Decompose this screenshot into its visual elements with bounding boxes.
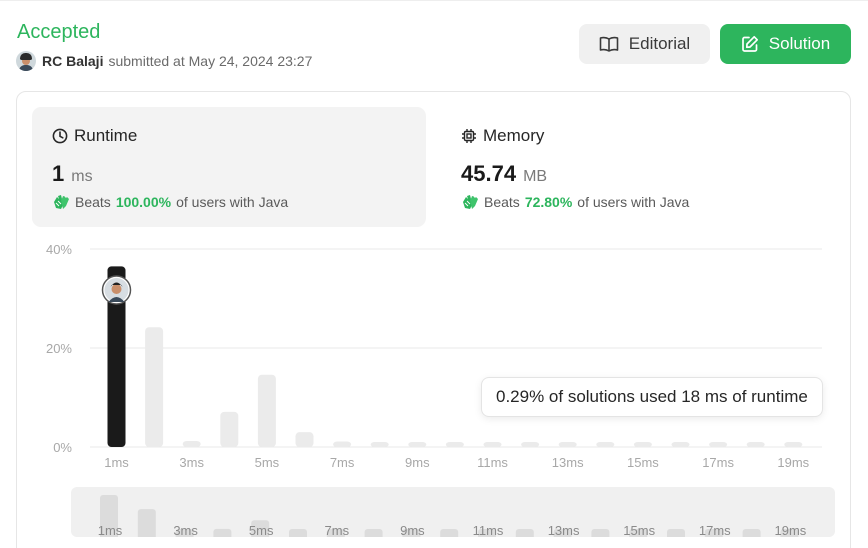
chart-bar[interactable] — [445, 442, 464, 447]
overview-tick-label: 7ms — [325, 523, 350, 537]
chart-bar[interactable] — [784, 442, 803, 447]
chart-bar[interactable] — [370, 442, 389, 447]
chart-bar[interactable] — [145, 327, 164, 447]
overview-bar — [137, 509, 156, 537]
x-tick-label: 11ms — [477, 455, 508, 470]
overview-tick-label: 11ms — [473, 523, 504, 537]
overview-tick-label: 13ms — [548, 523, 580, 537]
chart-tooltip: 0.29% of solutions used 18 ms of runtime — [481, 377, 823, 417]
overview-bar — [667, 529, 685, 537]
overview-tick-label: 5ms — [249, 523, 274, 537]
chart-bar[interactable] — [633, 442, 652, 447]
overview-bar — [213, 528, 232, 537]
overview-tick-label: 17ms — [699, 523, 731, 537]
x-tick-label: 7ms — [330, 455, 355, 470]
chart-bar[interactable] — [182, 441, 201, 447]
runtime-distribution-chart[interactable]: 40%20%0%1ms 3ms 5ms 7ms 9ms 11ms 13ms 15ms 17ms 1… — [0, 0, 868, 548]
overview-bar — [742, 529, 761, 537]
overview-bar — [591, 529, 610, 537]
overview-tick-label: 1ms — [98, 523, 123, 537]
overview-bar — [289, 529, 307, 537]
chart-bar[interactable] — [671, 442, 690, 447]
x-tick-label: 1ms — [104, 455, 129, 470]
y-tick-label: 40% — [46, 242, 72, 257]
x-tick-label: 13ms — [552, 455, 584, 470]
chart-bar[interactable] — [558, 442, 577, 447]
chart-bar[interactable] — [746, 442, 765, 447]
chart-bar[interactable] — [220, 411, 239, 447]
chart-bar[interactable] — [408, 442, 427, 447]
overview-tick-label: 19ms — [775, 523, 807, 537]
y-tick-label: 0% — [53, 440, 72, 455]
overview-bar — [440, 529, 459, 537]
chart-bar[interactable] — [709, 442, 728, 447]
chart-bar[interactable] — [333, 441, 352, 447]
overview-bar — [364, 529, 383, 537]
x-tick-label: 5ms — [255, 455, 280, 470]
overview-bar — [515, 529, 534, 537]
x-tick-label: 19ms — [777, 455, 809, 470]
x-tick-label: 3ms — [179, 455, 204, 470]
overview-tick-label: 15ms — [623, 523, 655, 537]
chart-bar[interactable] — [596, 442, 615, 447]
user-avatar-marker — [101, 275, 132, 305]
x-tick-label: 9ms — [405, 455, 430, 470]
chart-bar[interactable] — [295, 432, 314, 447]
chart-bar[interactable] — [257, 374, 276, 447]
x-tick-label: 17ms — [702, 455, 734, 470]
overview-tick-label: 9ms — [400, 523, 425, 537]
chart-overview-scrollbar[interactable]: 1ms 3ms 5ms 7ms 9ms 11ms 13ms 15ms 17ms 19ms — [71, 487, 835, 537]
y-tick-label: 20% — [46, 341, 72, 356]
chart-bar[interactable] — [483, 442, 502, 447]
overview-tick-label: 3ms — [173, 523, 198, 537]
x-tick-label: 15ms — [627, 455, 659, 470]
chart-bar[interactable] — [521, 442, 540, 447]
